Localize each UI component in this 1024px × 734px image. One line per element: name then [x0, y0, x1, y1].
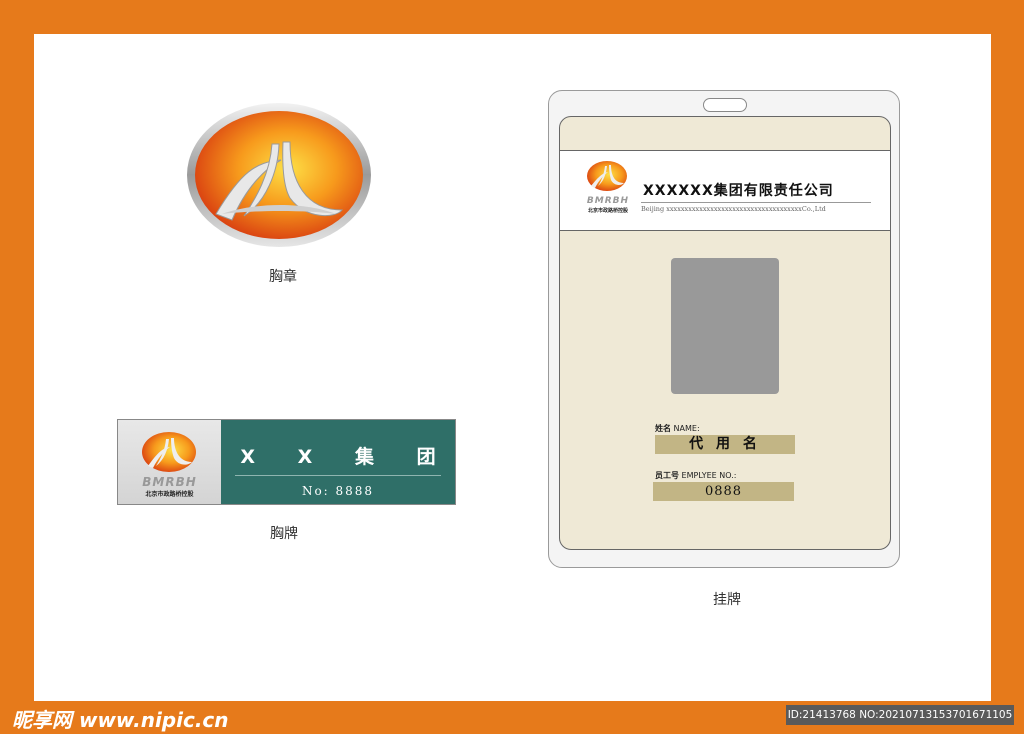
company-rule: [641, 202, 871, 203]
plate-divider: [235, 475, 441, 476]
bmrbh-logo-icon: [587, 161, 627, 191]
name-label-en: NAME:: [673, 424, 700, 433]
hanging-badge: BMRBH 北京市政路桥控股 XXXXXX集团有限责任公司 Beijing xx…: [548, 90, 900, 568]
name-field: 代 用 名: [655, 435, 795, 454]
plate-number: No: 8888: [301, 484, 375, 498]
employee-label: 员工号 EMPLYEE NO.:: [655, 470, 736, 481]
plate-caption: 胸牌: [270, 526, 298, 542]
employee-label-cn: 员工号: [655, 471, 679, 480]
emblem-caption: 胸章: [269, 269, 297, 285]
chest-emblem: [186, 102, 372, 248]
site-watermark: 昵享网 www.nipic.cn: [12, 708, 229, 732]
badge-logo-text: BMRBH: [586, 196, 630, 206]
employee-number-field: 0888: [653, 482, 794, 501]
plate-name-area: X X 集 团 No: 8888: [221, 420, 455, 504]
company-subline: Beijing xxxxxxxxxxxxxxxxxxxxxxxxxxxxxxxx…: [641, 205, 826, 213]
name-plate: BMRBH 北京市政路桥控股 X X 集 团 No: 8888: [117, 419, 456, 505]
lanyard-slot: [703, 98, 747, 112]
name-label-cn: 姓名: [655, 424, 671, 433]
badge-header-band: BMRBH 北京市政路桥控股 XXXXXX集团有限责任公司 Beijing xx…: [560, 150, 890, 231]
name-label: 姓名 NAME:: [655, 423, 700, 434]
plate-logo-subtext: 北京市政路桥控股: [145, 491, 194, 498]
badge-caption: 挂牌: [713, 592, 741, 608]
image-id-watermark: ID:21413768 NO:20210713153701671105: [786, 705, 1014, 725]
badge-logo-subtext: 北京市政路桥控股: [587, 208, 628, 214]
bmrbh-logo-icon: [187, 103, 371, 247]
plate-title: X X 集 团: [240, 446, 454, 468]
plate-logo-text: BMRBH: [142, 475, 197, 489]
photo-placeholder: [671, 258, 779, 394]
plate-logo-area: BMRBH 北京市政路桥控股: [118, 420, 221, 504]
employee-label-en: EMPLYEE NO.:: [681, 471, 737, 480]
company-name: XXXXXX集团有限责任公司: [643, 183, 834, 199]
badge-card: BMRBH 北京市政路桥控股 XXXXXX集团有限责任公司 Beijing xx…: [559, 116, 891, 550]
